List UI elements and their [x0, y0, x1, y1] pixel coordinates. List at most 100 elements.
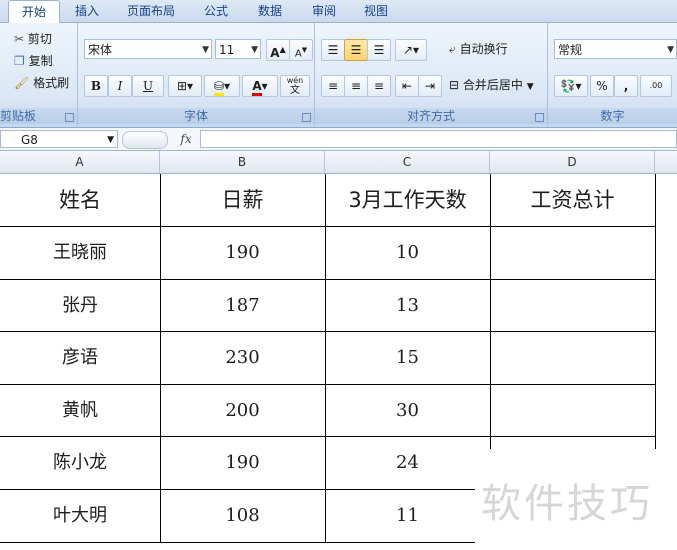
grow-font-button[interactable]: A▲: [266, 39, 290, 61]
increase-decimal-button[interactable]: .00: [640, 75, 672, 97]
font-size-value: 11: [219, 43, 235, 57]
accounting-format-button[interactable]: 💱▾: [554, 75, 588, 97]
indent-icon: ⇥: [424, 79, 436, 93]
decrease-indent-button[interactable]: ⇤: [395, 75, 419, 97]
font-launcher-icon[interactable]: [302, 113, 311, 122]
cell-d1[interactable]: 工资总计: [490, 174, 656, 227]
chevron-down-icon: ▼: [107, 135, 114, 145]
font-group-label: 字体: [78, 108, 314, 124]
copy-icon: ❐: [14, 54, 25, 68]
font-color-button[interactable]: A▾: [242, 75, 278, 97]
align-top-button[interactable]: ☰: [321, 39, 345, 61]
orientation-button[interactable]: ↗▾: [395, 39, 427, 61]
table-cell[interactable]: 187: [160, 279, 326, 332]
number-format-select[interactable]: 常规 ▼: [554, 39, 677, 59]
chevron-down-icon: ▼: [251, 45, 258, 55]
table-cell[interactable]: 200: [160, 384, 326, 437]
grow-font-label: A: [270, 46, 280, 60]
font-size-select[interactable]: 11 ▼: [215, 39, 261, 59]
tab-insert[interactable]: 插入: [64, 0, 110, 22]
align-center-button[interactable]: ≡: [344, 75, 368, 97]
column-header-c[interactable]: C: [325, 151, 490, 173]
fill-color-button[interactable]: ⛁▾: [204, 75, 240, 97]
align-bottom-button[interactable]: ☰: [367, 39, 391, 61]
alignment-group: ☰ ☰ ☰ ↗▾ ⤶ 自动换行 ≡ ≡ ≡ ⇤ ⇥ ⊟ 合并后居中 ▼ 对齐方式: [315, 23, 548, 126]
table-cell[interactable]: 190: [160, 226, 326, 280]
cell-b1[interactable]: 日薪: [160, 174, 326, 227]
copy-button[interactable]: ❐ 复制: [14, 51, 53, 71]
cut-button[interactable]: ✂ 剪切: [14, 29, 52, 49]
format-painter-button[interactable]: 🖌 格式刷: [14, 73, 69, 93]
tab-review[interactable]: 审阅: [302, 0, 346, 22]
clipboard-group: ✂ 剪切 ❐ 复制 🖌 格式刷 剪贴板: [0, 23, 78, 126]
clipboard-launcher-icon[interactable]: [65, 113, 74, 122]
wrap-text-button[interactable]: ⤶ 自动换行: [449, 39, 508, 59]
tab-home[interactable]: 开始: [8, 0, 60, 24]
formula-input[interactable]: [200, 130, 677, 148]
table-cell[interactable]: 108: [160, 489, 326, 543]
tab-view[interactable]: 视图: [354, 0, 398, 22]
insert-function-button[interactable]: fx: [172, 130, 200, 148]
font-color-icon: A: [252, 79, 262, 96]
merge-center-button[interactable]: ⊟ 合并后居中 ▼: [449, 75, 534, 95]
table-cell[interactable]: 陈小龙: [0, 436, 161, 490]
name-box[interactable]: G8 ▼: [0, 130, 118, 148]
ribbon: ✂ 剪切 ❐ 复制 🖌 格式刷 剪贴板 宋体 ▼ 11 ▼ A▲ A▼ B I …: [0, 23, 677, 128]
align-middle-icon: ☰: [350, 43, 362, 57]
increase-decimal-label: .00: [649, 81, 663, 90]
alignment-launcher-icon[interactable]: [535, 113, 544, 122]
phonetic-glyph-icon: 文: [290, 85, 300, 96]
cell-c1[interactable]: 3月工作天数: [325, 174, 491, 227]
comma-style-button[interactable]: ,: [614, 75, 638, 97]
increase-indent-button[interactable]: ⇥: [418, 75, 442, 97]
align-center-icon: ≡: [350, 79, 362, 93]
wrap-text-label: 自动换行: [459, 42, 508, 56]
table-cell[interactable]: [490, 279, 656, 332]
align-left-button[interactable]: ≡: [321, 75, 345, 97]
column-header-e[interactable]: [655, 151, 677, 173]
borders-button[interactable]: ⊞▾: [168, 75, 202, 97]
column-header-a[interactable]: A: [0, 151, 160, 173]
phonetic-button[interactable]: wén 文: [280, 75, 310, 97]
align-left-icon: ≡: [327, 79, 339, 93]
table-cell[interactable]: 11: [325, 489, 491, 543]
table-cell[interactable]: 黄帆: [0, 384, 161, 437]
formula-bar-splitter[interactable]: [122, 131, 168, 149]
tab-formulas[interactable]: 公式: [194, 0, 238, 22]
tab-page-layout[interactable]: 页面布局: [116, 0, 186, 22]
wrap-text-icon: ⤶: [449, 42, 456, 56]
table-cell[interactable]: [490, 384, 656, 437]
table-cell[interactable]: 张丹: [0, 279, 161, 332]
italic-button[interactable]: I: [108, 75, 132, 97]
align-middle-button[interactable]: ☰: [344, 39, 368, 61]
table-cell[interactable]: 230: [160, 331, 326, 385]
table-cell[interactable]: 15: [325, 331, 491, 385]
table-cell[interactable]: 30: [325, 384, 491, 437]
font-name-select[interactable]: 宋体 ▼: [84, 39, 212, 59]
ribbon-tab-bar: 开始 插入 页面布局 公式 数据 审阅 视图: [0, 0, 677, 24]
bold-button[interactable]: B: [84, 75, 108, 97]
outdent-icon: ⇤: [401, 79, 413, 93]
table-cell[interactable]: [490, 226, 656, 280]
percent-button[interactable]: %: [590, 75, 614, 97]
table-cell[interactable]: 13: [325, 279, 491, 332]
align-right-button[interactable]: ≡: [367, 75, 391, 97]
column-header-b[interactable]: B: [160, 151, 325, 173]
underline-button[interactable]: U: [132, 75, 164, 97]
paint-bucket-icon: ⛁: [213, 79, 225, 96]
table-cell[interactable]: 叶大明: [0, 489, 161, 543]
orientation-icon: ↗▾: [402, 43, 420, 57]
table-cell[interactable]: 彦语: [0, 331, 161, 385]
number-group: 常规 ▼ 💱▾ % , .00 数字: [548, 23, 677, 126]
tab-data[interactable]: 数据: [248, 0, 292, 22]
column-header-d[interactable]: D: [490, 151, 655, 173]
currency-icon: 💱▾: [560, 79, 582, 93]
table-cell[interactable]: 王晓丽: [0, 226, 161, 280]
table-cell[interactable]: 190: [160, 436, 326, 490]
format-painter-label: 格式刷: [33, 76, 70, 90]
shrink-font-button[interactable]: A▼: [289, 39, 313, 61]
table-cell[interactable]: 10: [325, 226, 491, 280]
table-cell[interactable]: 24: [325, 436, 491, 490]
cell-a1[interactable]: 姓名: [0, 174, 161, 227]
table-cell[interactable]: [490, 331, 656, 385]
